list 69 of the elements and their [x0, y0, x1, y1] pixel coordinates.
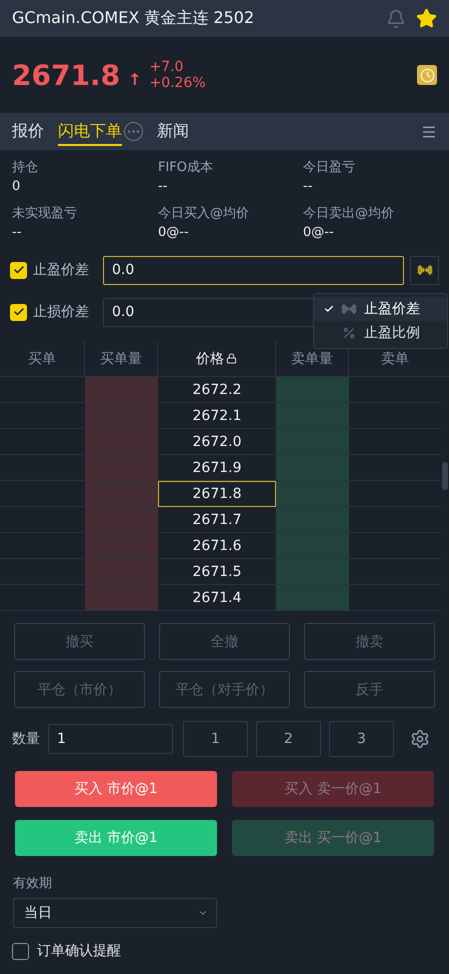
preset-button[interactable]: 1 [183, 721, 248, 757]
stat-value: -- [158, 179, 168, 194]
price-change: +7.0 [149, 59, 184, 75]
lock-icon[interactable] [226, 353, 237, 364]
bid-size-cell[interactable] [85, 429, 158, 455]
up-arrow: ↑ [128, 70, 142, 88]
percent-icon [342, 326, 356, 340]
quantity-label: 数量 [12, 730, 40, 748]
quantity-field[interactable]: 1 [48, 724, 173, 754]
ask-size-cell[interactable] [276, 585, 349, 611]
stat-value: 0@-- [158, 225, 190, 240]
stat-label: 今日盈亏 [303, 159, 356, 176]
bid-size-cell[interactable] [85, 455, 158, 481]
mode-button[interactable] [410, 256, 439, 284]
stat-label: 今日买入@均价 [158, 205, 250, 222]
ask-size-cell[interactable] [276, 377, 349, 403]
menu-item[interactable]: 止盈价差 [314, 297, 447, 321]
ask-size-cell[interactable] [276, 507, 349, 533]
percent-change: +0.26% [149, 75, 207, 91]
bid-size-cell[interactable] [85, 403, 158, 429]
bid-size-cell[interactable] [85, 377, 158, 403]
ask-size-cell[interactable] [276, 559, 349, 585]
bid-size-cell[interactable] [85, 481, 158, 507]
validity-label: 有效期 [12, 875, 53, 893]
menu-icon[interactable] [421, 124, 437, 140]
stop-label: 止损价差 [33, 303, 90, 321]
ask-size-cell[interactable] [276, 533, 349, 559]
spread-icon [416, 264, 432, 276]
preset-button[interactable]: 2 [256, 721, 321, 757]
confirm-label: 订单确认提醒 [37, 942, 121, 960]
stop-label: 止盈价差 [33, 261, 90, 279]
stat-label: 未实现盈亏 [12, 205, 78, 222]
stat-value: 0 [12, 179, 22, 194]
ask-size-cell[interactable] [276, 403, 349, 429]
ask-size-cell[interactable] [276, 455, 349, 481]
tab[interactable]: 报价 [12, 117, 44, 146]
ask-size-cell[interactable] [276, 481, 349, 507]
clock-icon[interactable] [417, 65, 437, 85]
stat-value: 0@-- [303, 225, 335, 240]
checkbox[interactable] [10, 262, 27, 278]
spread-icon [341, 303, 357, 315]
settings-icon[interactable] [410, 729, 430, 749]
bell-icon[interactable] [386, 8, 406, 28]
bid-size-cell[interactable] [85, 585, 158, 611]
checkbox[interactable] [12, 942, 29, 960]
last-price: 2671.8 [12, 58, 120, 92]
bid-size-cell[interactable] [85, 533, 158, 559]
price-cell[interactable]: 2671.8 [158, 481, 276, 507]
stat-value: -- [303, 179, 314, 194]
stat-label: FIFO成本 [158, 159, 214, 176]
spread-field[interactable]: 0.0 [103, 256, 404, 284]
stat-label: 持仓 [12, 159, 39, 176]
check-icon [12, 264, 24, 276]
validity-select[interactable]: 当日 [13, 898, 217, 928]
checkbox[interactable] [10, 304, 27, 320]
ask-size-cell[interactable] [276, 429, 349, 455]
star-icon[interactable] [416, 8, 437, 29]
tab[interactable]: 新闻 [157, 117, 189, 146]
tab[interactable]: 闪电下单 [58, 117, 122, 146]
preset-button[interactable]: 3 [329, 721, 394, 757]
column-header: 价格 [158, 341, 276, 377]
scrollbar-thumb[interactable] [442, 462, 448, 490]
instrument-title: GCmain.COMEX 黄金主连 2502 [12, 8, 256, 29]
stat-label: 今日卖出@均价 [303, 205, 395, 222]
check-icon [12, 306, 24, 318]
bid-size-cell[interactable] [85, 559, 158, 585]
stat-value: -- [12, 225, 22, 240]
bid-size-cell[interactable] [85, 507, 158, 533]
more-icon[interactable] [124, 122, 143, 141]
